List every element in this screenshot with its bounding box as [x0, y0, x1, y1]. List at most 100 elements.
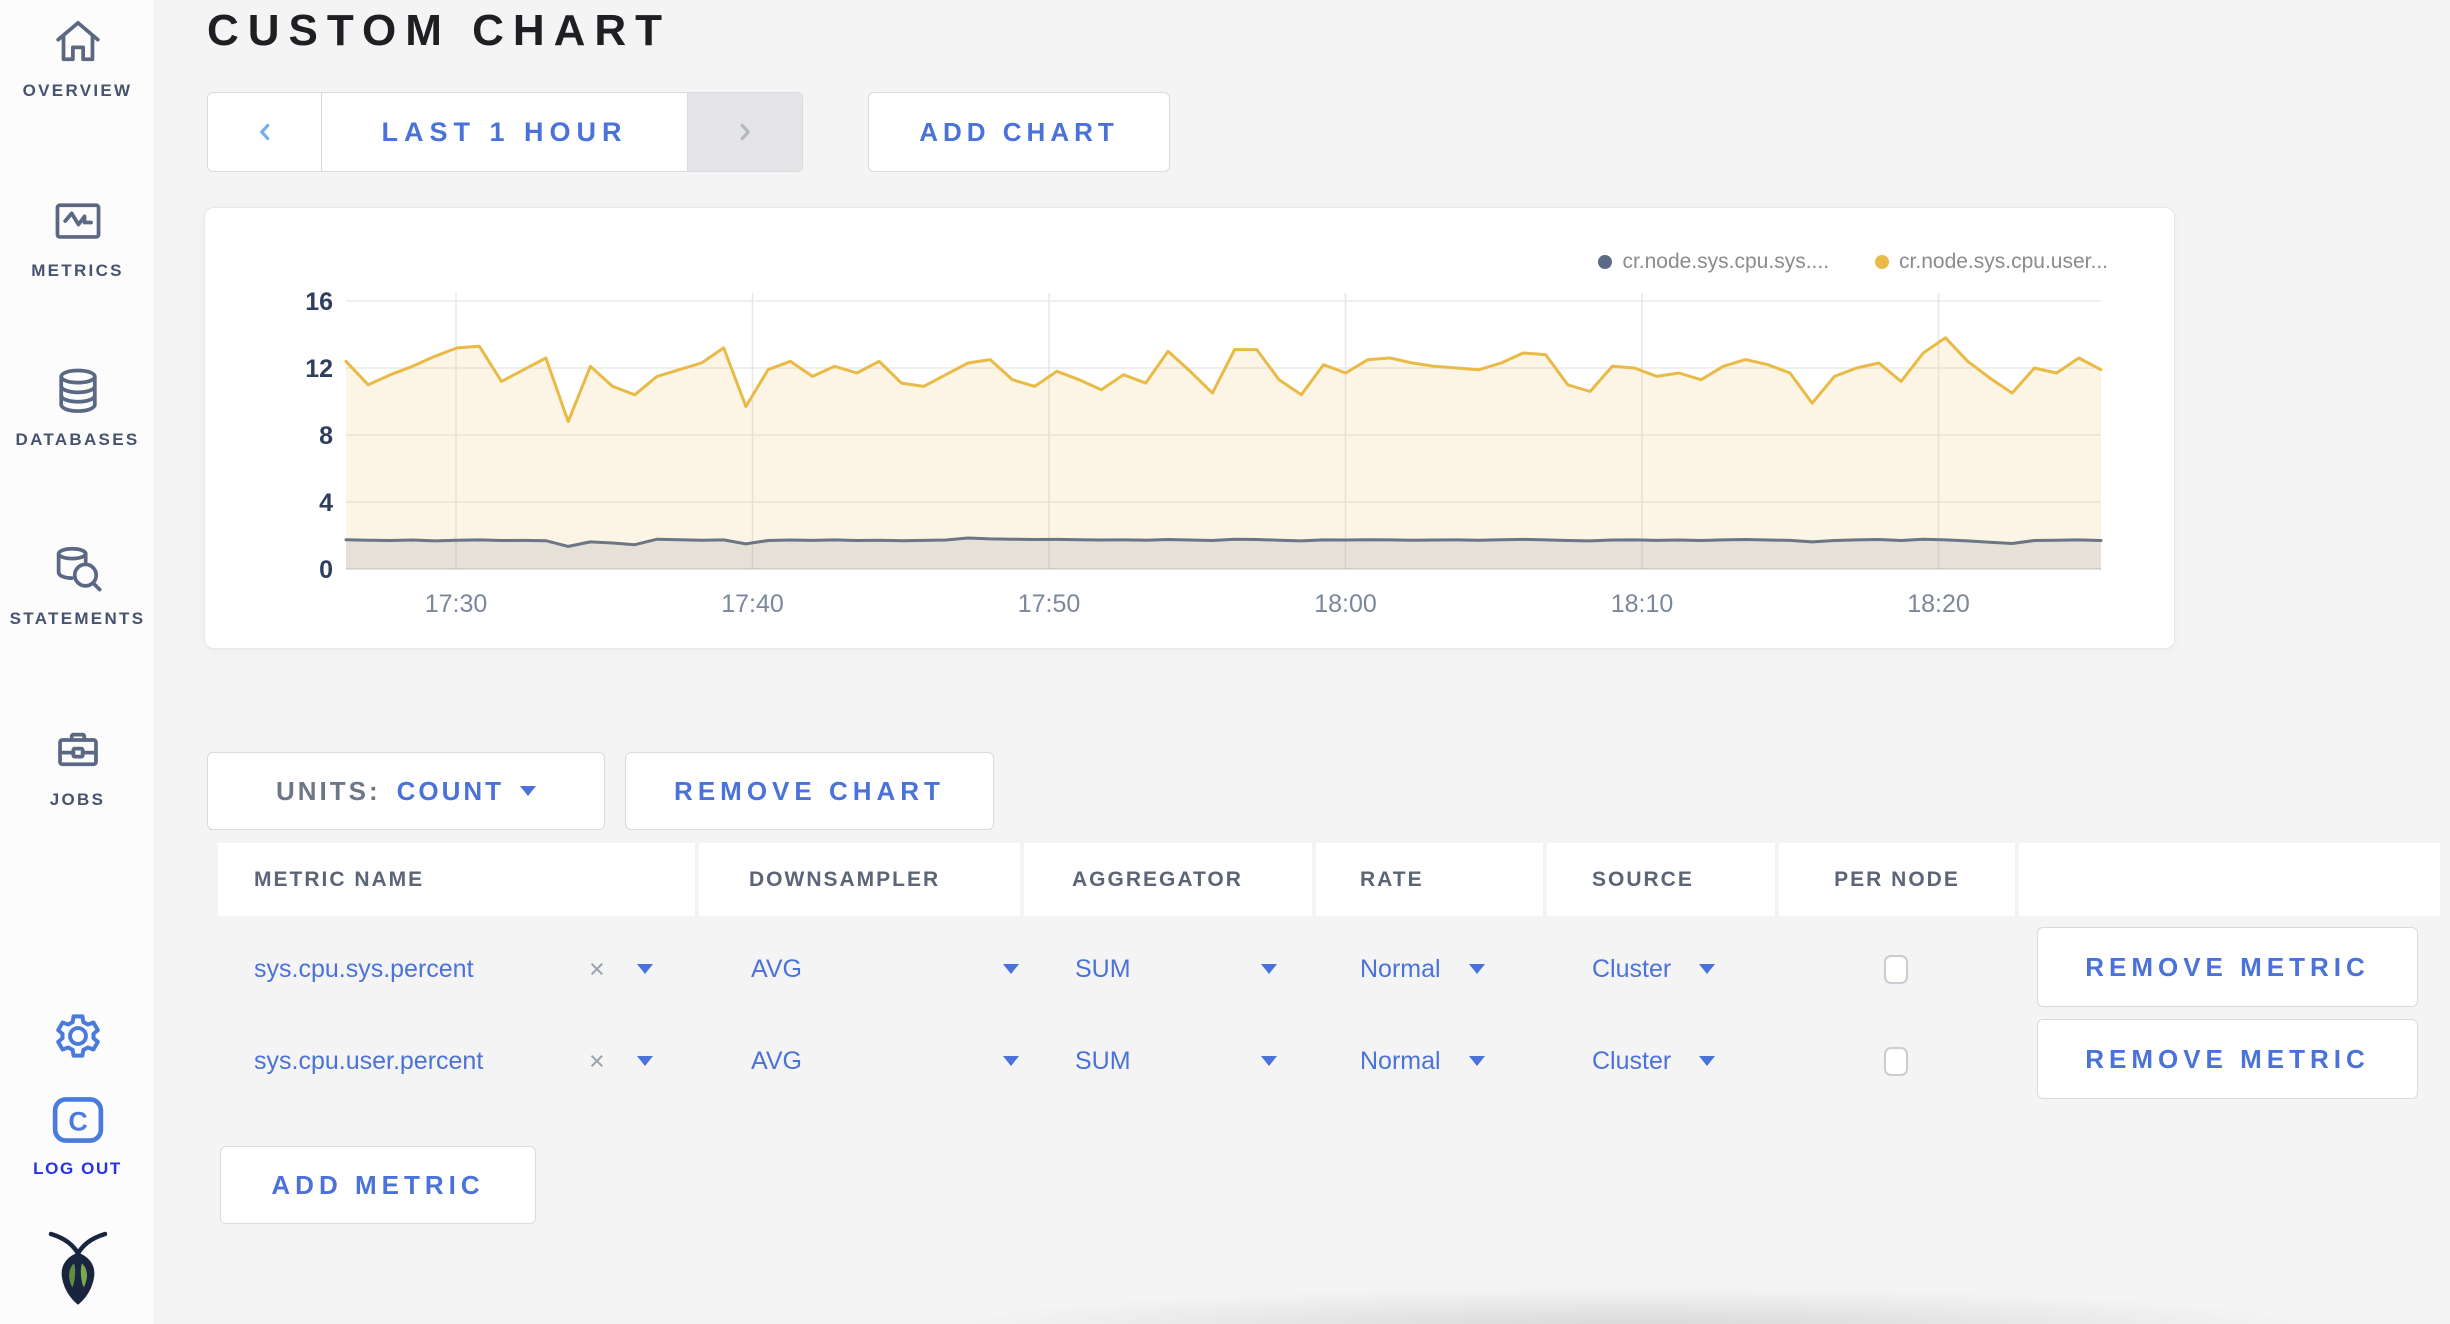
page-title: CUSTOM CHART	[207, 6, 672, 55]
units-label: UNITS:	[275, 775, 381, 806]
column-header-downsampler: DOWNSAMPLER	[699, 843, 1020, 916]
time-range-selector: LAST 1 HOUR	[207, 92, 803, 172]
chevron-down-icon	[520, 786, 537, 796]
metric-name-dropdown[interactable]: sys.cpu.sys.percent	[254, 930, 474, 1008]
sidebar-item-label: DATABASES	[15, 430, 140, 449]
legend-label: cr.node.sys.cpu.sys....	[1622, 250, 1830, 273]
per-node-checkbox[interactable]	[1884, 1047, 1908, 1076]
svg-text:16: 16	[305, 288, 333, 316]
svg-text:18:20: 18:20	[1907, 590, 1970, 618]
svg-text:C: C	[68, 1106, 87, 1136]
svg-text:18:10: 18:10	[1611, 590, 1674, 618]
cockroach-bug-logo	[0, 1228, 155, 1312]
briefcase-icon	[50, 723, 106, 779]
aggregator-value: SUM	[1075, 1046, 1131, 1075]
legend-item: cr.node.sys.cpu.user...	[1875, 250, 2108, 274]
chevron-down-icon[interactable]	[637, 930, 653, 1008]
svg-text:4: 4	[319, 489, 333, 517]
svg-text:0: 0	[319, 556, 333, 584]
legend-item: cr.node.sys.cpu.sys....	[1598, 250, 1829, 274]
column-header-metric-name: METRIC NAME	[218, 843, 695, 916]
units-value: COUNT	[396, 775, 505, 806]
settings-button[interactable]	[0, 1008, 155, 1064]
svg-text:17:40: 17:40	[721, 590, 784, 618]
column-header-per-node: PER NODE	[1779, 843, 2015, 916]
chevron-down-icon	[1468, 1056, 1485, 1066]
metric-name-value: sys.cpu.user.percent	[254, 1046, 484, 1075]
database-icon	[50, 363, 106, 419]
sidebar-item-metrics[interactable]: METRICS	[0, 194, 155, 281]
time-range-dropdown[interactable]: LAST 1 HOUR	[322, 93, 687, 171]
clear-metric-icon[interactable]: ×	[589, 1022, 605, 1100]
sidebar-item-databases[interactable]: DATABASES	[0, 363, 155, 450]
gear-icon	[50, 1008, 106, 1064]
source-dropdown[interactable]: Cluster	[1592, 930, 1716, 1008]
sidebar-item-label: STATEMENTS	[9, 609, 146, 628]
aggregator-value: SUM	[1075, 954, 1131, 983]
chart-plot[interactable]: 16 12 8 4 0 17:30 17:40 17:50 18:00 18:10 18:20	[205, 208, 2176, 650]
legend-dot-user	[1875, 255, 1890, 269]
downsampler-value: AVG	[751, 954, 802, 983]
chevron-down-icon	[1699, 1056, 1716, 1066]
svg-text:17:50: 17:50	[1018, 590, 1081, 618]
chevron-down-icon	[1003, 964, 1019, 974]
downsampler-dropdown[interactable]: AVG	[751, 930, 1019, 1008]
sidebar-item-overview[interactable]: OVERVIEW	[0, 14, 155, 101]
sidebar-item-jobs[interactable]: JOBS	[0, 723, 155, 810]
sidebar-item-statements[interactable]: STATEMENTS	[0, 542, 155, 629]
column-header-source: SOURCE	[1547, 843, 1775, 916]
rate-dropdown[interactable]: Normal	[1360, 930, 1485, 1008]
rate-value: Normal	[1360, 1046, 1441, 1075]
sidebar: OVERVIEW METRICS DATABASES STATEMENTS JO…	[0, 0, 155, 1324]
chevron-down-icon[interactable]	[637, 1022, 653, 1100]
chevron-down-icon	[1003, 1056, 1019, 1066]
svg-text:12: 12	[305, 355, 333, 383]
metric-name-dropdown[interactable]: sys.cpu.user.percent	[254, 1022, 483, 1100]
source-value: Cluster	[1592, 954, 1672, 983]
aggregator-dropdown[interactable]: SUM	[1075, 930, 1277, 1008]
sidebar-item-label: OVERVIEW	[22, 81, 133, 100]
legend-dot-sys	[1598, 255, 1613, 269]
metrics-icon	[50, 194, 106, 250]
chevron-left-icon	[259, 123, 269, 141]
sidebar-item-label: JOBS	[49, 790, 106, 809]
metric-name-value: sys.cpu.sys.percent	[254, 954, 474, 983]
remove-metric-button[interactable]: REMOVE METRIC	[2037, 1019, 2418, 1099]
logout-button[interactable]: C LOG OUT	[0, 1092, 155, 1179]
statements-icon	[50, 542, 106, 598]
chart-card: 16 12 8 4 0 17:30 17:40 17:50 18:00 18:10 18:20 cr…	[204, 207, 2175, 649]
chevron-right-icon	[740, 123, 750, 141]
main-content: CUSTOM CHART LAST 1 HOUR ADD CHART 16 12 8…	[155, 0, 2450, 1324]
remove-chart-button[interactable]: REMOVE CHART	[625, 752, 994, 830]
svg-text:17:30: 17:30	[425, 590, 488, 618]
units-dropdown[interactable]: UNITS: COUNT	[207, 752, 605, 830]
time-range-prev-button[interactable]	[208, 93, 322, 171]
clear-metric-icon[interactable]: ×	[589, 930, 605, 1008]
remove-metric-button[interactable]: REMOVE METRIC	[2037, 927, 2418, 1007]
legend-label: cr.node.sys.cpu.user...	[1899, 250, 2108, 273]
rate-value: Normal	[1360, 954, 1441, 983]
chart-legend: cr.node.sys.cpu.sys.... cr.node.sys.cpu.…	[1598, 250, 2108, 274]
column-header-rate: RATE	[1316, 843, 1543, 916]
source-dropdown[interactable]: Cluster	[1592, 1022, 1716, 1100]
aggregator-dropdown[interactable]: SUM	[1075, 1022, 1277, 1100]
time-range-next-button[interactable]	[687, 93, 802, 171]
add-metric-button[interactable]: ADD METRIC	[220, 1146, 536, 1224]
chevron-down-icon	[1261, 1056, 1277, 1066]
chevron-down-icon	[1468, 964, 1485, 974]
column-header-actions	[2019, 843, 2440, 916]
svg-text:18:00: 18:00	[1314, 590, 1377, 618]
add-chart-button[interactable]: ADD CHART	[868, 92, 1170, 172]
chevron-down-icon	[1699, 964, 1716, 974]
cockroach-bug-icon	[42, 1228, 114, 1312]
home-icon	[50, 14, 106, 70]
per-node-checkbox[interactable]	[1884, 955, 1908, 984]
downsampler-dropdown[interactable]: AVG	[751, 1022, 1019, 1100]
source-value: Cluster	[1592, 1046, 1672, 1075]
cockroach-c-logo-icon: C	[50, 1092, 106, 1148]
downsampler-value: AVG	[751, 1046, 802, 1075]
rate-dropdown[interactable]: Normal	[1360, 1022, 1485, 1100]
sidebar-item-label: METRICS	[31, 261, 124, 280]
chevron-down-icon	[1261, 964, 1277, 974]
column-header-aggregator: AGGREGATOR	[1024, 843, 1312, 916]
